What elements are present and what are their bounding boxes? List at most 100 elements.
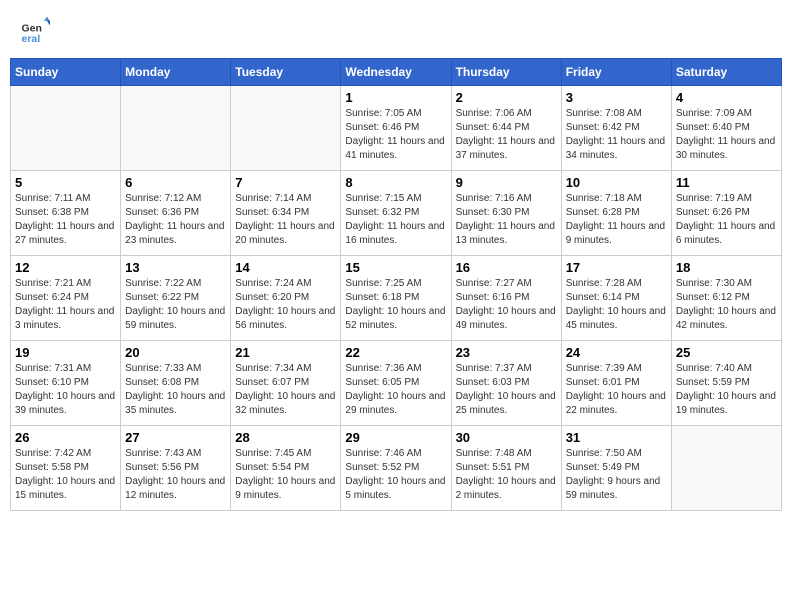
calendar-table: SundayMondayTuesdayWednesdayThursdayFrid…	[10, 58, 782, 511]
day-info: Sunrise: 7:16 AMSunset: 6:30 PMDaylight:…	[456, 192, 557, 248]
day-number: 6	[125, 175, 226, 190]
day-number: 16	[456, 260, 557, 275]
day-number: 31	[566, 430, 667, 445]
day-number: 8	[345, 175, 446, 190]
day-info: Sunrise: 7:34 AMSunset: 6:07 PMDaylight:…	[235, 362, 336, 418]
calendar-cell: 9 Sunrise: 7:16 AMSunset: 6:30 PMDaylight…	[451, 171, 561, 256]
calendar-cell: 28 Sunrise: 7:45 AMSunset: 5:54 PMDayligh…	[231, 426, 341, 511]
day-number: 15	[345, 260, 446, 275]
weekday-thursday: Thursday	[451, 59, 561, 86]
day-number: 22	[345, 345, 446, 360]
day-info: Sunrise: 7:37 AMSunset: 6:03 PMDaylight:…	[456, 362, 557, 418]
calendar-week-1: 5 Sunrise: 7:11 AMSunset: 6:38 PMDaylight…	[11, 171, 782, 256]
day-info: Sunrise: 7:12 AMSunset: 6:36 PMDaylight:…	[125, 192, 226, 248]
day-info: Sunrise: 7:42 AMSunset: 5:58 PMDaylight:…	[15, 447, 116, 503]
day-info: Sunrise: 7:09 AMSunset: 6:40 PMDaylight:…	[676, 107, 777, 163]
day-info: Sunrise: 7:15 AMSunset: 6:32 PMDaylight:…	[345, 192, 446, 248]
day-info: Sunrise: 7:08 AMSunset: 6:42 PMDaylight:…	[566, 107, 667, 163]
calendar-cell	[11, 86, 121, 171]
day-info: Sunrise: 7:14 AMSunset: 6:34 PMDaylight:…	[235, 192, 336, 248]
day-info: Sunrise: 7:22 AMSunset: 6:22 PMDaylight:…	[125, 277, 226, 333]
day-number: 11	[676, 175, 777, 190]
day-number: 25	[676, 345, 777, 360]
day-number: 5	[15, 175, 116, 190]
day-info: Sunrise: 7:11 AMSunset: 6:38 PMDaylight:…	[15, 192, 116, 248]
day-number: 27	[125, 430, 226, 445]
calendar-body: 1 Sunrise: 7:05 AMSunset: 6:46 PMDaylight…	[11, 86, 782, 511]
day-info: Sunrise: 7:30 AMSunset: 6:12 PMDaylight:…	[676, 277, 777, 333]
calendar-cell: 4 Sunrise: 7:09 AMSunset: 6:40 PMDaylight…	[671, 86, 781, 171]
calendar-cell: 1 Sunrise: 7:05 AMSunset: 6:46 PMDaylight…	[341, 86, 451, 171]
day-info: Sunrise: 7:06 AMSunset: 6:44 PMDaylight:…	[456, 107, 557, 163]
day-info: Sunrise: 7:33 AMSunset: 6:08 PMDaylight:…	[125, 362, 226, 418]
day-number: 29	[345, 430, 446, 445]
day-info: Sunrise: 7:43 AMSunset: 5:56 PMDaylight:…	[125, 447, 226, 503]
day-number: 3	[566, 90, 667, 105]
weekday-saturday: Saturday	[671, 59, 781, 86]
calendar-cell: 10 Sunrise: 7:18 AMSunset: 6:28 PMDayligh…	[561, 171, 671, 256]
calendar-cell: 6 Sunrise: 7:12 AMSunset: 6:36 PMDaylight…	[121, 171, 231, 256]
calendar-cell: 5 Sunrise: 7:11 AMSunset: 6:38 PMDaylight…	[11, 171, 121, 256]
calendar-week-0: 1 Sunrise: 7:05 AMSunset: 6:46 PMDaylight…	[11, 86, 782, 171]
day-number: 9	[456, 175, 557, 190]
calendar-cell: 7 Sunrise: 7:14 AMSunset: 6:34 PMDaylight…	[231, 171, 341, 256]
day-number: 30	[456, 430, 557, 445]
calendar-cell: 24 Sunrise: 7:39 AMSunset: 6:01 PMDayligh…	[561, 341, 671, 426]
day-info: Sunrise: 7:45 AMSunset: 5:54 PMDaylight:…	[235, 447, 336, 503]
day-info: Sunrise: 7:46 AMSunset: 5:52 PMDaylight:…	[345, 447, 446, 503]
calendar-cell	[231, 86, 341, 171]
day-number: 7	[235, 175, 336, 190]
day-number: 14	[235, 260, 336, 275]
calendar-cell: 8 Sunrise: 7:15 AMSunset: 6:32 PMDaylight…	[341, 171, 451, 256]
day-info: Sunrise: 7:05 AMSunset: 6:46 PMDaylight:…	[345, 107, 446, 163]
logo-icon: Gen eral	[20, 15, 50, 45]
day-info: Sunrise: 7:24 AMSunset: 6:20 PMDaylight:…	[235, 277, 336, 333]
calendar-cell: 30Sunrise: 7:48 AMSunset: 5:51 PMDayligh…	[451, 426, 561, 511]
calendar-cell: 27 Sunrise: 7:43 AMSunset: 5:56 PMDayligh…	[121, 426, 231, 511]
day-info: Sunrise: 7:31 AMSunset: 6:10 PMDaylight:…	[15, 362, 116, 418]
calendar-cell: 18Sunrise: 7:30 AMSunset: 6:12 PMDayligh…	[671, 256, 781, 341]
weekday-header-row: SundayMondayTuesdayWednesdayThursdayFrid…	[11, 59, 782, 86]
calendar-cell: 17 Sunrise: 7:28 AMSunset: 6:14 PMDayligh…	[561, 256, 671, 341]
calendar-cell: 20 Sunrise: 7:33 AMSunset: 6:08 PMDayligh…	[121, 341, 231, 426]
calendar-cell: 19 Sunrise: 7:31 AMSunset: 6:10 PMDayligh…	[11, 341, 121, 426]
weekday-tuesday: Tuesday	[231, 59, 341, 86]
day-number: 24	[566, 345, 667, 360]
calendar-cell: 29 Sunrise: 7:46 AMSunset: 5:52 PMDayligh…	[341, 426, 451, 511]
day-info: Sunrise: 7:18 AMSunset: 6:28 PMDaylight:…	[566, 192, 667, 248]
calendar-cell: 16 Sunrise: 7:27 AMSunset: 6:16 PMDayligh…	[451, 256, 561, 341]
day-number: 23	[456, 345, 557, 360]
day-number: 17	[566, 260, 667, 275]
day-info: Sunrise: 7:39 AMSunset: 6:01 PMDaylight:…	[566, 362, 667, 418]
day-number: 1	[345, 90, 446, 105]
day-info: Sunrise: 7:40 AMSunset: 5:59 PMDaylight:…	[676, 362, 777, 418]
day-info: Sunrise: 7:21 AMSunset: 6:24 PMDaylight:…	[15, 277, 116, 333]
weekday-wednesday: Wednesday	[341, 59, 451, 86]
calendar-cell: 21 Sunrise: 7:34 AMSunset: 6:07 PMDayligh…	[231, 341, 341, 426]
calendar-week-4: 26Sunrise: 7:42 AMSunset: 5:58 PMDayligh…	[11, 426, 782, 511]
calendar-cell: 25 Sunrise: 7:40 AMSunset: 5:59 PMDayligh…	[671, 341, 781, 426]
day-number: 19	[15, 345, 116, 360]
calendar-cell	[121, 86, 231, 171]
weekday-sunday: Sunday	[11, 59, 121, 86]
day-info: Sunrise: 7:19 AMSunset: 6:26 PMDaylight:…	[676, 192, 777, 248]
calendar-cell: 13Sunrise: 7:22 AMSunset: 6:22 PMDayligh…	[121, 256, 231, 341]
calendar-cell: 23 Sunrise: 7:37 AMSunset: 6:03 PMDayligh…	[451, 341, 561, 426]
day-number: 10	[566, 175, 667, 190]
day-info: Sunrise: 7:27 AMSunset: 6:16 PMDaylight:…	[456, 277, 557, 333]
day-info: Sunrise: 7:25 AMSunset: 6:18 PMDaylight:…	[345, 277, 446, 333]
calendar-week-2: 12Sunrise: 7:21 AMSunset: 6:24 PMDayligh…	[11, 256, 782, 341]
day-info: Sunrise: 7:28 AMSunset: 6:14 PMDaylight:…	[566, 277, 667, 333]
calendar-cell: 14 Sunrise: 7:24 AMSunset: 6:20 PMDayligh…	[231, 256, 341, 341]
weekday-monday: Monday	[121, 59, 231, 86]
calendar-cell	[671, 426, 781, 511]
calendar-cell: 11 Sunrise: 7:19 AMSunset: 6:26 PMDayligh…	[671, 171, 781, 256]
day-number: 28	[235, 430, 336, 445]
day-number: 2	[456, 90, 557, 105]
calendar-cell: 12Sunrise: 7:21 AMSunset: 6:24 PMDayligh…	[11, 256, 121, 341]
calendar-cell: 31Sunrise: 7:50 AMSunset: 5:49 PMDayligh…	[561, 426, 671, 511]
day-number: 21	[235, 345, 336, 360]
day-number: 20	[125, 345, 226, 360]
weekday-friday: Friday	[561, 59, 671, 86]
day-number: 4	[676, 90, 777, 105]
